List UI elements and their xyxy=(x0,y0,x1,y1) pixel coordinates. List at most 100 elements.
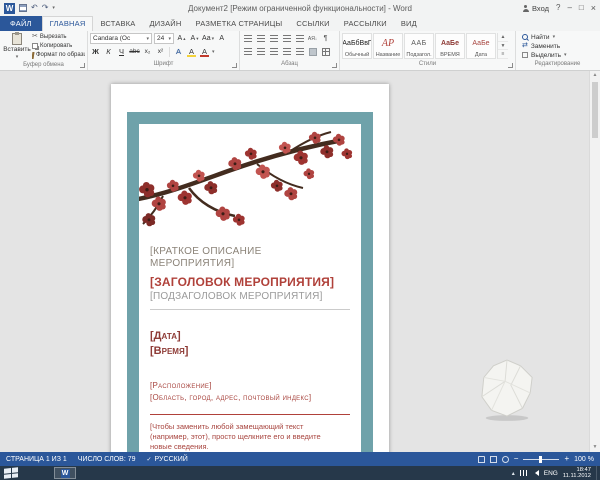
style-title[interactable]: АР Название xyxy=(373,33,403,59)
font-size-select[interactable]: 24 ▾ xyxy=(154,33,174,44)
sort-button[interactable]: АЯ↓ xyxy=(307,33,318,44)
shrink-font-button[interactable]: А▾ xyxy=(189,33,200,44)
help-icon[interactable]: ? xyxy=(556,3,560,13)
align-center-button[interactable] xyxy=(255,46,266,57)
superscript-button[interactable]: x² xyxy=(155,46,166,57)
tray-expand-icon[interactable]: ▴ xyxy=(512,470,515,477)
undo-icon[interactable]: ↶ xyxy=(31,3,38,13)
styles-more-icon[interactable]: ≡ xyxy=(498,50,508,59)
qat-dropdown-icon[interactable]: ▾ xyxy=(52,5,55,11)
vertical-scrollbar[interactable]: ▲ ▼ xyxy=(589,71,600,452)
time-placeholder[interactable]: [Время] xyxy=(150,345,350,357)
font-dialog-launcher[interactable] xyxy=(232,63,237,68)
line-spacing-button[interactable] xyxy=(294,46,305,57)
font-color-dropdown-icon[interactable]: ▾ xyxy=(212,49,215,55)
event-subtitle-placeholder[interactable]: [ПОДЗАГОЛОВОК МЕРОПРИЯТИЯ] xyxy=(150,291,350,302)
zoom-in-icon[interactable]: + xyxy=(564,455,569,463)
volume-icon[interactable] xyxy=(532,470,539,476)
location-placeholder[interactable]: [Расположение] xyxy=(150,381,350,390)
increase-indent-button[interactable] xyxy=(294,33,305,44)
date-placeholder[interactable]: [Дата] xyxy=(150,330,350,342)
start-button[interactable] xyxy=(4,467,18,478)
borders-button[interactable] xyxy=(320,46,331,57)
signin-link[interactable]: Вход xyxy=(522,4,549,13)
web-layout-icon[interactable] xyxy=(502,456,509,463)
text-effects-button[interactable]: А xyxy=(173,46,184,57)
tab-home[interactable]: ГЛАВНАЯ xyxy=(42,16,94,31)
status-bar: СТРАНИЦА 1 ИЗ 1 ЧИСЛО СЛОВ: 79 ✓ РУССКИЙ… xyxy=(0,452,600,466)
tab-insert[interactable]: ВСТАВКА xyxy=(93,16,142,31)
justify-button[interactable] xyxy=(281,46,292,57)
language-status[interactable]: ✓ РУССКИЙ xyxy=(147,456,188,463)
zoom-slider[interactable] xyxy=(523,459,559,460)
align-right-button[interactable] xyxy=(268,46,279,57)
clear-formatting-button[interactable]: А xyxy=(216,33,227,44)
find-button[interactable]: Найти ▾ xyxy=(522,33,597,41)
scroll-down-icon[interactable]: ▼ xyxy=(590,443,600,452)
highlight-color-button[interactable]: А xyxy=(186,46,197,57)
tab-design[interactable]: ДИЗАЙН xyxy=(143,16,189,31)
event-title-placeholder[interactable]: [ЗАГОЛОВОК МЕРОПРИЯТИЯ] xyxy=(150,275,350,289)
tab-references[interactable]: ССЫЛКИ xyxy=(289,16,336,31)
select-button[interactable]: Выделить ▾ xyxy=(522,51,597,59)
format-painter-button[interactable]: Формат по образцу xyxy=(32,51,85,59)
address-placeholder[interactable]: [Область, город, адрес, почтовый индекс] xyxy=(150,393,350,402)
body-hint-text[interactable]: [Чтобы заменить любой замещающий текст (… xyxy=(150,422,338,452)
tab-mailings[interactable]: РАССЫЛКИ xyxy=(337,16,394,31)
tab-view[interactable]: ВИД xyxy=(394,16,424,31)
italic-button[interactable]: К xyxy=(103,46,114,57)
page-indicator[interactable]: СТРАНИЦА 1 ИЗ 1 xyxy=(6,456,67,463)
decrease-indent-button[interactable] xyxy=(281,33,292,44)
clipboard-dialog-launcher[interactable] xyxy=(80,63,85,68)
subscript-button[interactable]: x₂ xyxy=(142,46,153,57)
styles-scroll-up-icon[interactable]: ▲ xyxy=(498,33,508,42)
read-mode-icon[interactable] xyxy=(478,456,485,463)
scrollbar-thumb[interactable] xyxy=(592,82,598,138)
tab-page-layout[interactable]: РАЗМЕТКА СТРАНИЦЫ xyxy=(189,16,290,31)
clock[interactable]: 18:47 11.11.2012 xyxy=(563,467,591,480)
font-family-select[interactable]: Candara (Oc ▾ xyxy=(90,33,152,44)
grow-font-button[interactable]: А▴ xyxy=(176,33,187,44)
paste-button[interactable]: Вставить ▾ xyxy=(2,33,32,60)
close-button[interactable]: × xyxy=(591,3,596,13)
show-marks-button[interactable]: ¶ xyxy=(320,33,331,44)
print-layout-icon[interactable] xyxy=(490,456,497,463)
styles-dialog-launcher[interactable] xyxy=(508,63,513,68)
word-count[interactable]: ЧИСЛО СЛОВ: 79 xyxy=(78,456,136,463)
event-description-placeholder[interactable]: [КРАТКОЕ ОПИСАНИЕ МЕРОПРИЯТИЯ] xyxy=(150,246,320,270)
bullets-button[interactable] xyxy=(242,33,253,44)
style-date[interactable]: АаБе Дата xyxy=(466,33,496,59)
underline-button[interactable]: Ч xyxy=(116,46,127,57)
style-time[interactable]: АаБе ВРЕМЯ xyxy=(435,33,465,59)
bold-button[interactable]: Ж xyxy=(90,46,101,57)
maximize-button[interactable]: □ xyxy=(579,3,584,13)
replace-button[interactable]: ⇄ Заменить xyxy=(522,42,597,50)
align-left-button[interactable] xyxy=(242,46,253,57)
tab-file[interactable]: ФАЙЛ xyxy=(0,16,42,31)
redo-icon[interactable]: ↷ xyxy=(42,3,49,13)
multilevel-list-button[interactable] xyxy=(268,33,279,44)
save-icon[interactable] xyxy=(19,4,27,12)
taskbar-word-button[interactable]: W xyxy=(54,467,76,479)
numbering-button[interactable] xyxy=(255,33,266,44)
cut-button[interactable]: ✂ Вырезать xyxy=(32,33,85,41)
style-subtitle[interactable]: ААБ Подзагол. xyxy=(404,33,434,59)
show-desktop-button[interactable] xyxy=(596,466,600,480)
network-icon[interactable] xyxy=(520,470,527,476)
styles-scroll-down-icon[interactable]: ▼ xyxy=(498,42,508,51)
language-indicator[interactable]: ENG xyxy=(544,470,558,477)
copy-button[interactable]: Копировать xyxy=(32,42,85,50)
minimize-button[interactable]: – xyxy=(567,3,571,13)
paragraph-dialog-launcher[interactable] xyxy=(332,63,337,68)
font-color-button[interactable]: А xyxy=(199,46,210,57)
strikethrough-button[interactable]: abc xyxy=(129,46,140,57)
change-case-button[interactable]: Аа▾ xyxy=(202,33,214,44)
style-normal[interactable]: АаБбВвГ Обычный xyxy=(342,33,372,59)
document-page[interactable]: [КРАТКОЕ ОПИСАНИЕ МЕРОПРИЯТИЯ] [ЗАГОЛОВО… xyxy=(111,84,389,452)
shading-button[interactable] xyxy=(307,46,318,57)
zoom-out-icon[interactable]: − xyxy=(514,455,519,463)
zoom-slider-thumb[interactable] xyxy=(539,456,542,463)
cherry-blossom-image[interactable] xyxy=(139,124,361,242)
scroll-up-icon[interactable]: ▲ xyxy=(590,71,600,80)
zoom-level[interactable]: 100 % xyxy=(574,456,594,463)
